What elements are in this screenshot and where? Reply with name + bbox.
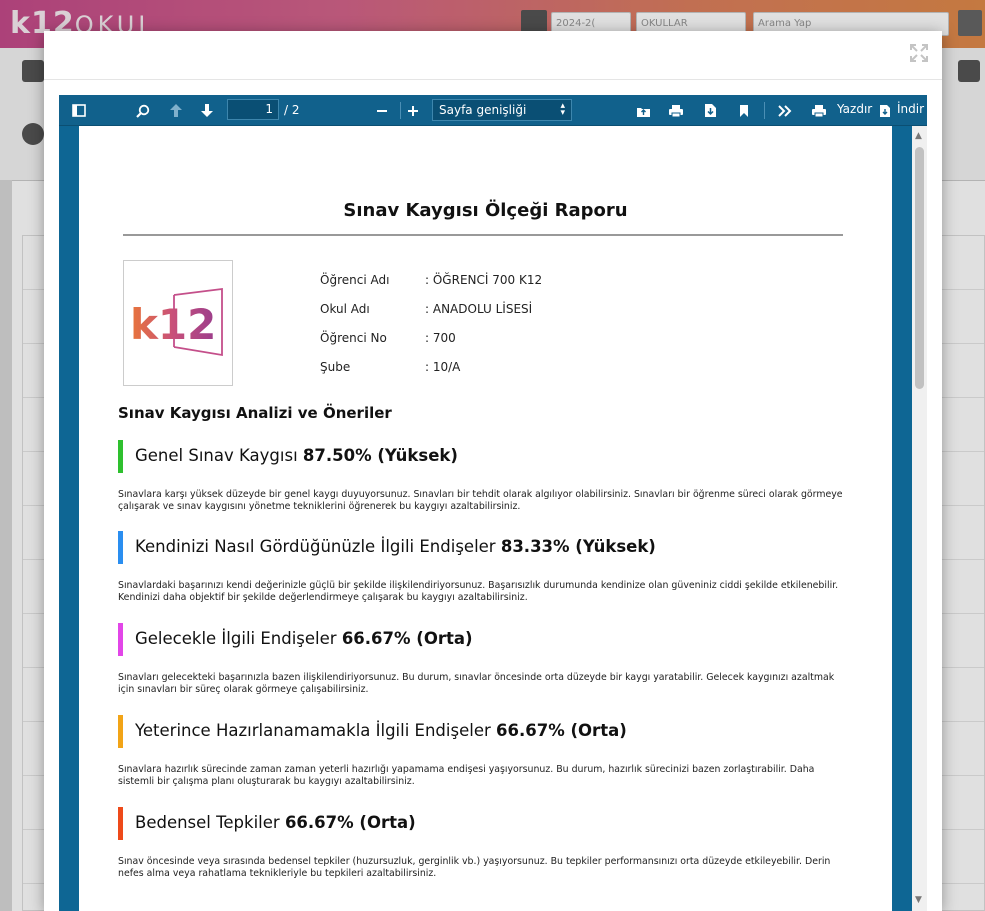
- modal-header: [44, 31, 942, 80]
- field-school-name: Okul Adı : ANADOLU LİSESİ: [320, 302, 533, 316]
- previous-page-icon[interactable]: [165, 95, 187, 126]
- bookmark-icon[interactable]: [733, 95, 755, 126]
- category-color-bar: [118, 715, 123, 748]
- category-description: Sınavlardaki başarınızı kendi değerinizl…: [118, 580, 839, 603]
- next-page-icon[interactable]: [196, 95, 218, 126]
- zoom-in-icon[interactable]: [402, 95, 424, 126]
- page-total: / 2: [284, 103, 300, 117]
- print-icon[interactable]: [665, 95, 687, 126]
- scroll-down-arrow[interactable]: ▼: [915, 896, 922, 905]
- field-student-name: Öğrenci Adı : ÖĞRENCİ 700 K12: [320, 273, 543, 287]
- pdf-scrollbar[interactable]: ▲ ▼: [912, 126, 927, 911]
- zoom-out-icon[interactable]: [371, 95, 393, 126]
- category-color-bar: [118, 623, 123, 656]
- category-color-bar: [118, 440, 123, 473]
- zoom-select[interactable]: Sayfa genişliği ▴ ▾: [432, 99, 572, 121]
- download-text-icon[interactable]: [877, 95, 893, 126]
- pdf-viewer: 1 / 2 Sayfa genişliği ▴ ▾ Yazdır İndir S…: [59, 95, 927, 911]
- title-divider: [123, 234, 843, 236]
- field-class: Şube : 10/A: [320, 360, 461, 374]
- scroll-thumb[interactable]: [915, 147, 924, 389]
- download-icon[interactable]: [699, 95, 721, 126]
- pdf-toolbar: 1 / 2 Sayfa genişliği ▴ ▾ Yazdır İndir: [59, 95, 927, 126]
- category-color-bar: [118, 807, 123, 840]
- print-button[interactable]: Yazdır: [837, 95, 872, 126]
- category-color-bar: [118, 531, 123, 564]
- sidebar-toggle-icon[interactable]: [67, 95, 91, 126]
- section-title: Sınav Kaygısı Analizi ve Öneriler: [118, 404, 392, 422]
- field-student-no: Öğrenci No : 700: [320, 331, 456, 345]
- k12-logo: k12: [123, 260, 233, 386]
- more-tools-icon[interactable]: [774, 95, 796, 126]
- logo-text: k12: [130, 300, 216, 349]
- open-file-icon[interactable]: [632, 95, 654, 126]
- pdf-page: Sınav Kaygısı Ölçeği Raporu k12 Öğrenci …: [79, 126, 892, 911]
- download-button[interactable]: İndir: [897, 95, 924, 126]
- category-description: Sınav öncesinde veya sırasında bedensel …: [118, 856, 831, 879]
- expand-icon[interactable]: [910, 44, 928, 62]
- category-description: Sınavları gelecekteki başarınızla bazen …: [118, 672, 835, 695]
- search-icon[interactable]: [131, 95, 155, 126]
- report-modal: 1 / 2 Sayfa genişliği ▴ ▾ Yazdır İndir S…: [44, 31, 942, 911]
- print-text-icon[interactable]: [808, 95, 830, 126]
- page-number-input[interactable]: 1: [227, 99, 279, 120]
- category-description: Sınavlara hazırlık sürecinde zaman zaman…: [118, 764, 815, 787]
- category-description: Sınavlara karşı yüksek düzeyde bir genel…: [118, 489, 843, 512]
- scroll-up-arrow[interactable]: ▲: [915, 132, 922, 141]
- chevron-updown-icon: ▴ ▾: [560, 101, 565, 118]
- report-title: Sınav Kaygısı Ölçeği Raporu: [343, 200, 628, 221]
